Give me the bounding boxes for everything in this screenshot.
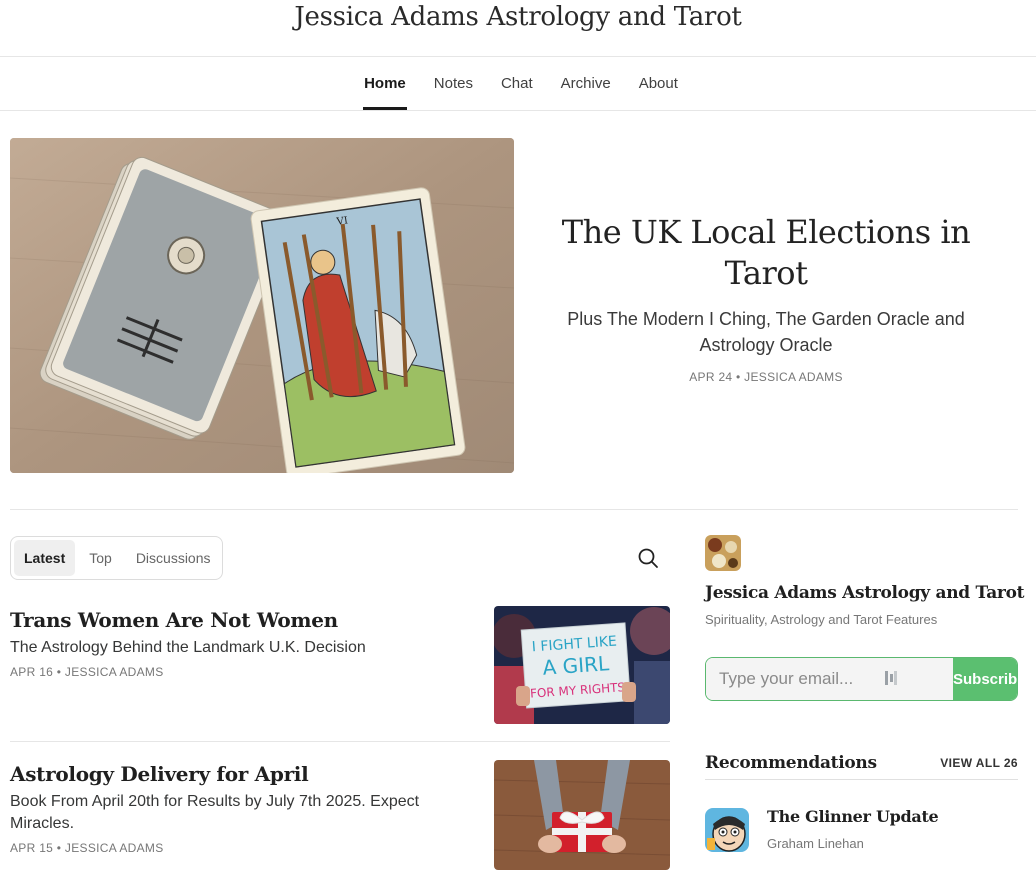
hero-text-block: The UK Local Elections in Tarot Plus The… [530, 212, 1002, 384]
publication-name[interactable]: Jessica Adams Astrology and Tarot [705, 581, 1024, 605]
nav-archive[interactable]: Archive [560, 57, 612, 110]
view-all-recommendations-link[interactable]: VIEW ALL 26 [940, 756, 1018, 770]
subscribe-button[interactable]: Subscribe [953, 658, 1017, 700]
search-icon[interactable] [636, 546, 660, 570]
post-subtitle: The Astrology Behind the Landmark U.K. D… [10, 639, 366, 656]
tarot-cards-illustration: VI [10, 138, 514, 473]
recommendation-name[interactable]: The Glinner Update [767, 807, 939, 826]
post-tabs: Latest Top Discussions [10, 536, 223, 580]
nav-divider [0, 110, 1036, 111]
nav-about[interactable]: About [638, 57, 679, 110]
hero-subtitle: Plus The Modern I Ching, The Garden Orac… [567, 309, 965, 355]
post-item: Trans Women Are Not Women The Astrology … [10, 606, 670, 726]
nav-notes[interactable]: Notes [433, 57, 474, 110]
password-manager-icon[interactable] [884, 669, 898, 687]
publication-description: Spirituality, Astrology and Tarot Featur… [705, 612, 938, 627]
nav-chat[interactable]: Chat [500, 57, 534, 110]
post-subtitle: Book From April 20th for Results by July… [10, 793, 420, 832]
tab-discussions[interactable]: Discussions [126, 540, 221, 576]
hero-title[interactable]: The UK Local Elections in Tarot [530, 212, 1002, 294]
recommendation-logo [705, 808, 749, 852]
hero-image-tarot-cards[interactable]: VI [10, 138, 514, 473]
post-item: Astrology Delivery for April Book From A… [10, 760, 670, 870]
tab-latest[interactable]: Latest [14, 540, 76, 576]
recommendation-author: Graham Linehan [767, 836, 864, 851]
site-title[interactable]: Jessica Adams Astrology and Tarot [0, 0, 1036, 56]
hero-meta: APR 24 • JESSICA ADAMS [689, 370, 843, 384]
card-numeral: VI [335, 215, 349, 228]
recommendation-item[interactable]: The Glinner Update Graham Linehan [705, 806, 1018, 854]
post-thumbnail-protest-sign[interactable]: I FIGHT LIKE A GIRL FOR MY RIGHTS [494, 606, 670, 724]
recommendations-header: Recommendations VIEW ALL 26 [705, 746, 1018, 780]
email-input[interactable] [706, 658, 953, 700]
sign-line-2: A GIRL [542, 651, 611, 680]
recommendations-title: Recommendations [705, 752, 877, 773]
content-divider [10, 509, 1018, 510]
post-divider [10, 741, 670, 742]
tab-top[interactable]: Top [79, 540, 122, 576]
nav-home[interactable]: Home [363, 57, 407, 110]
main-nav: Home Notes Chat Archive About [0, 57, 1036, 110]
subscribe-form: Subscribe [705, 657, 1018, 701]
publication-logo[interactable] [705, 535, 741, 571]
post-thumbnail-gift-box[interactable] [494, 760, 670, 870]
